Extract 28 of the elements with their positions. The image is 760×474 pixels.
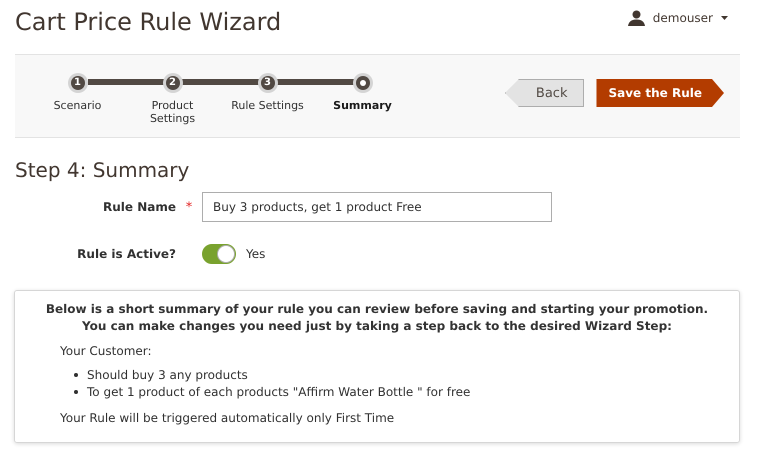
summary-intro-text: You can make changes you need just by taking a step back to the desired Wizard Step: [81,318,673,335]
summary-intro-text: Below is a short summary of your rule you can review before saving and starting your promotion. [44,301,710,318]
save-rule-button[interactable]: Save the Rule [596,79,724,107]
step-marker: 3 [258,73,278,93]
toggle-state-text: Yes [246,247,266,261]
bullet-icon [74,390,78,394]
field-label: Rule is Active? [76,247,176,261]
step-marker: 1 [68,73,88,93]
user-menu[interactable]: demouser [628,10,728,26]
rule-name-field[interactable]: Buy 3 products, get 1 product Free [202,192,552,222]
step-label[interactable]: Scenario [38,99,118,112]
toggle-switch[interactable] [202,244,236,264]
summary-item: Should buy 3 any products [87,367,248,383]
field-label: Rule Name [102,200,176,214]
step-heading: Step 4: Summary [15,158,190,182]
bullet-icon [74,373,78,377]
caret-icon [721,16,728,20]
step-label[interactable]: Summary [322,99,402,112]
user-icon [628,10,645,26]
step-label[interactable]: Product Settings [132,99,212,125]
summary-footer: Your Rule will be triggered automatically only First Time [60,410,739,426]
customer-heading: Your Customer: [60,343,153,359]
page-title: Cart Price Rule Wizard [15,8,282,36]
step-label[interactable]: Rule Settings [228,99,308,112]
step-marker: 2 [162,73,182,93]
back-button[interactable]: Back [504,79,584,107]
summary-item: To get 1 product of each products "Affirm Water Bottle " for free [87,384,470,400]
required-mark: * [184,200,194,214]
